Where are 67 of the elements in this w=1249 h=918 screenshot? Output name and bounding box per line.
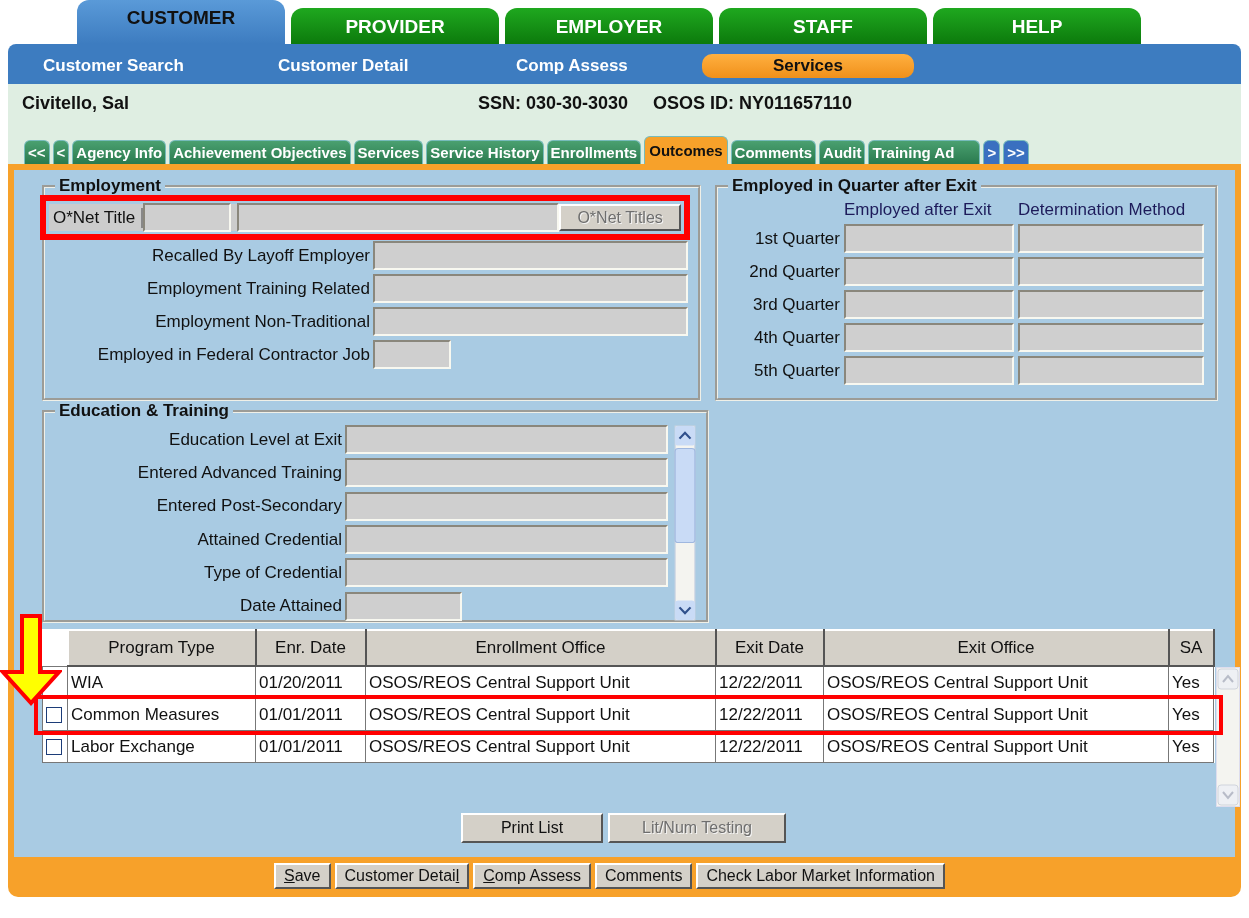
field-label: Recalled By Layoff Employer: [152, 245, 370, 266]
group-title: Employment: [58, 176, 163, 196]
column-label: Employed after Exit: [844, 200, 993, 220]
nav-link[interactable]: Services: [702, 54, 914, 78]
record-tab[interactable]: Service History: [426, 140, 544, 164]
column-label: Determination Method: [1018, 200, 1187, 220]
footer-button[interactable]: Customer Detail: [334, 863, 470, 889]
table-cell: OSOS/REOS Central Support Unit: [365, 698, 716, 731]
record-tab[interactable]: Audit: [819, 140, 866, 164]
column-header[interactable]: Enrollment Office: [365, 630, 716, 666]
footer-button[interactable]: Comments: [595, 863, 693, 889]
column-header[interactable]: SA: [1168, 630, 1214, 666]
nav-tab[interactable]: CUSTOMER: [77, 0, 285, 44]
table-cell: OSOS/REOS Central Support Unit: [823, 698, 1169, 731]
nav-link[interactable]: Customer Detail: [278, 56, 516, 76]
field-label: Entered Post-Secondary: [156, 496, 342, 517]
field-label: 3rd Quarter: [752, 294, 840, 315]
field-label: 4th Quarter: [753, 327, 840, 348]
record-tab[interactable]: Achievement Objectives: [169, 140, 351, 164]
group-title: Education & Training: [58, 401, 230, 421]
table-cell: Yes: [1168, 698, 1214, 731]
tab-scroll-button[interactable]: >: [983, 140, 1001, 164]
column-header[interactable]: Enr. Date: [255, 630, 366, 666]
column-header[interactable]: Program Type: [67, 630, 256, 666]
osos-id-text: OSOS ID: NY011657110: [653, 92, 853, 114]
record-tab[interactable]: Agency Info: [72, 140, 167, 164]
nav-link[interactable]: Comp Assess: [516, 56, 702, 76]
field-label: Date Attained: [239, 596, 342, 617]
nav-link[interactable]: Customer Search: [43, 56, 278, 76]
field-label: 5th Quarter: [753, 360, 840, 381]
record-tab[interactable]: Training Ad: [868, 140, 981, 164]
field-label: 2nd Quarter: [748, 261, 840, 282]
tab-scroll-button[interactable]: >>: [1003, 140, 1029, 164]
nav-tab[interactable]: EMPLOYER: [505, 8, 713, 44]
field-label: Employed in Federal Contractor Job: [97, 344, 370, 365]
record-tab[interactable]: Services: [353, 140, 424, 164]
tab-scroll-button[interactable]: <<: [24, 140, 50, 164]
nav-tab[interactable]: STAFF: [719, 8, 927, 44]
nav-tab[interactable]: PROVIDER: [291, 8, 499, 44]
checkbox[interactable]: [46, 738, 62, 755]
customer-name: Civitello, Sal: [22, 92, 131, 114]
footer-button[interactable]: Comp Assess: [473, 863, 592, 889]
column-header[interactable]: Exit Date: [715, 630, 824, 666]
record-tab[interactable]: Outcomes: [644, 136, 728, 164]
table-cell: Common Measures: [67, 698, 256, 731]
checkbox[interactable]: [46, 706, 62, 723]
table-cell: 01/01/2011: [255, 698, 366, 731]
footer-button[interactable]: Check Labor Market Information: [696, 863, 945, 889]
ssn-text: SSN: 030-30-3030: [478, 92, 630, 114]
column-header[interactable]: Exit Office: [823, 630, 1169, 666]
field-label: 1st Quarter: [753, 228, 840, 249]
field-label: Attained Credential: [197, 529, 342, 550]
field-label: Entered Advanced Training: [137, 463, 342, 483]
scrollbar[interactable]: [674, 425, 696, 621]
list-button[interactable]: Print List: [461, 813, 603, 843]
field-label: Education Level at Exit: [169, 429, 342, 450]
record-tab[interactable]: Comments: [730, 140, 817, 164]
nav-tab[interactable]: HELP: [933, 8, 1141, 44]
record-tab[interactable]: Enrollments: [546, 140, 642, 164]
field-label: Employment Training Related: [147, 278, 370, 299]
scrollbar[interactable]: [1216, 667, 1240, 807]
footer-button[interactable]: Save: [274, 863, 331, 889]
group-title: Employed in Quarter after Exit: [731, 176, 978, 196]
tab-scroll-button[interactable]: <: [52, 140, 70, 164]
table-cell: 12/22/2011: [715, 698, 824, 731]
field-label: Employment Non-Traditional: [155, 311, 370, 332]
field-label: Type of Credential: [204, 563, 342, 583]
